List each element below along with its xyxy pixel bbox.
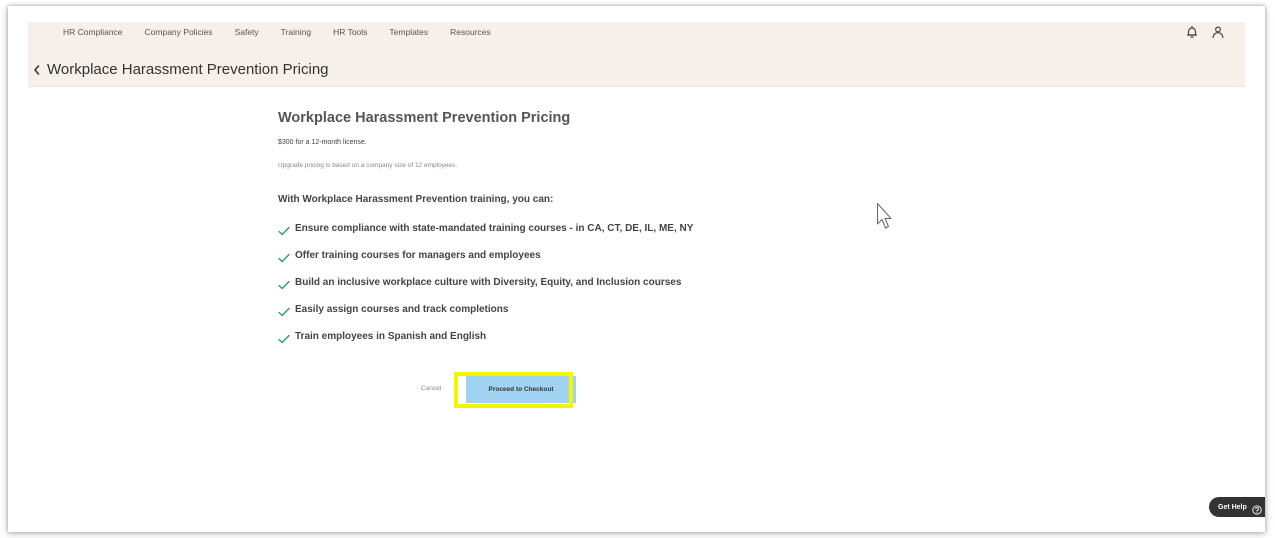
nav-item-safety[interactable]: Safety — [235, 27, 259, 37]
benefits-intro: With Workplace Harassment Prevention tra… — [278, 194, 554, 205]
benefit-text: Ensure compliance with state-mandated tr… — [295, 222, 694, 234]
highlight-box — [454, 372, 573, 408]
benefit-text: Train employees in Spanish and English — [295, 330, 487, 342]
get-help-button[interactable]: Get Help — [1209, 497, 1265, 517]
benefit-text: Easily assign courses and track completi… — [295, 303, 509, 315]
top-navigation: HR Compliance Company Policies Safety Tr… — [28, 22, 1245, 54]
chevron-left-icon[interactable] — [32, 63, 42, 77]
pricing-heading: Workplace Harassment Prevention Pricing — [278, 110, 571, 126]
nav-item-company-policies[interactable]: Company Policies — [145, 27, 213, 37]
cancel-button[interactable]: Cancel — [421, 385, 441, 392]
check-icon — [278, 277, 290, 290]
check-icon — [278, 223, 290, 236]
list-item: Offer training courses for managers and … — [278, 247, 541, 263]
bell-icon[interactable] — [1185, 25, 1199, 39]
upgrade-note: Upgrade pricing is based on a company si… — [278, 162, 458, 169]
price-text: $300 for a 12-month license. — [278, 139, 367, 146]
nav-item-templates[interactable]: Templates — [389, 27, 428, 37]
app-window: HR Compliance Company Policies Safety Tr… — [8, 6, 1265, 532]
get-help-label: Get Help — [1218, 503, 1247, 511]
check-icon — [278, 250, 290, 263]
page-header: Workplace Harassment Prevention Pricing — [28, 54, 1245, 87]
benefit-text: Build an inclusive workplace culture wit… — [295, 276, 682, 288]
nav-item-hr-tools[interactable]: HR Tools — [333, 27, 367, 37]
nav-item-training[interactable]: Training — [281, 27, 311, 37]
list-item: Ensure compliance with state-mandated tr… — [278, 220, 693, 236]
list-item: Build an inclusive workplace culture wit… — [278, 274, 681, 290]
nav-menu: HR Compliance Company Policies Safety Tr… — [63, 22, 513, 42]
page-title: Workplace Harassment Prevention Pricing — [47, 61, 329, 78]
check-icon — [278, 304, 290, 317]
check-icon — [278, 331, 290, 344]
user-icon[interactable] — [1211, 25, 1225, 39]
nav-icons — [1173, 22, 1225, 42]
help-circle-icon — [1252, 502, 1262, 515]
list-item: Easily assign courses and track completi… — [278, 301, 508, 317]
nav-item-hr-compliance[interactable]: HR Compliance — [63, 27, 123, 37]
mouse-pointer-icon — [876, 202, 894, 232]
benefit-text: Offer training courses for managers and … — [295, 249, 541, 261]
nav-item-resources[interactable]: Resources — [450, 27, 491, 37]
list-item: Train employees in Spanish and English — [278, 328, 486, 344]
